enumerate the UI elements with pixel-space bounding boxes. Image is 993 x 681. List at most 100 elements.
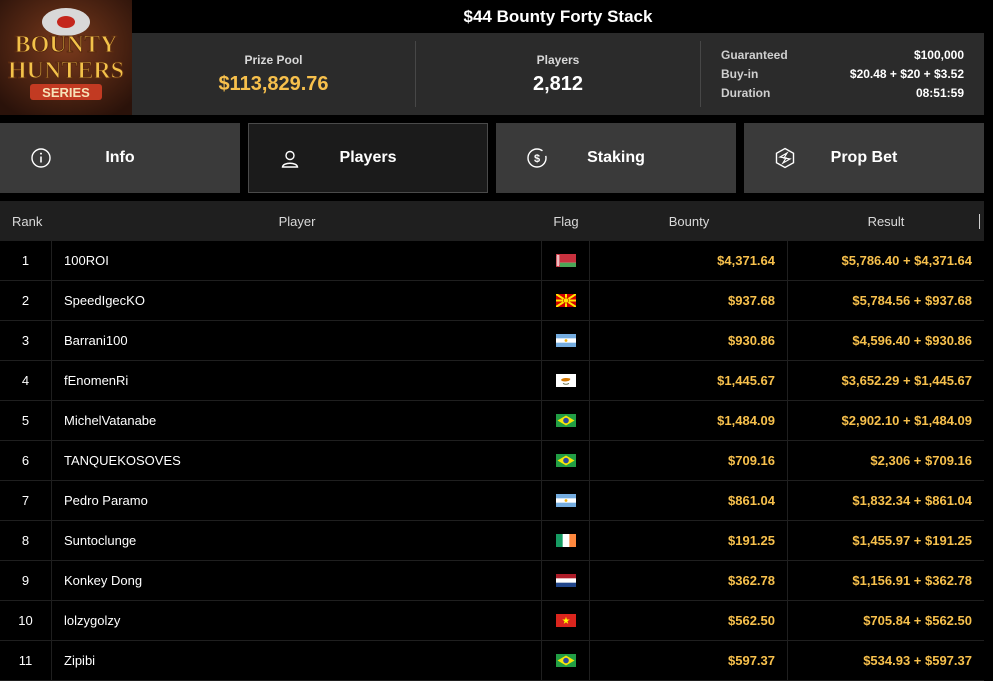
tournament-summary: Prize Pool $113,829.76 Players 2,812 Gua…: [132, 33, 984, 115]
tab-players[interactable]: Players: [248, 123, 488, 193]
table-row[interactable]: 8 Suntoclunge $191.25 $1,455.97 + $191.25: [0, 521, 984, 561]
result-cell: $705.84 + $562.50: [863, 613, 972, 628]
result-cell: $3,652.29 + $1,445.67: [841, 373, 972, 388]
table-row[interactable]: 1 100ROI $4,371.64 $5,786.40 + $4,371.64: [0, 241, 984, 281]
bounty-cell: $1,484.09: [590, 401, 788, 440]
buyin-label: Buy-in: [721, 67, 759, 81]
guaranteed-value: $100,000: [913, 48, 964, 62]
prize-pool-value: $113,829.76: [218, 72, 329, 95]
buyin-value: $20.48 + $20 + $3.52: [849, 67, 964, 81]
bounty-cell: $1,445.67: [590, 361, 788, 400]
rank-cell: 1: [0, 241, 52, 280]
svg-text:$: $: [534, 153, 540, 165]
brazil-flag-icon: [555, 654, 576, 667]
table-row[interactable]: 3 Barrani100 $930.86 $4,596.40 + $930.86: [0, 321, 984, 361]
player-name-cell[interactable]: Suntoclunge: [52, 521, 542, 560]
rank-cell: 9: [0, 561, 52, 600]
bounty-cell: $362.78: [590, 561, 788, 600]
tab-info[interactable]: Info: [0, 123, 240, 193]
flag-cell: [542, 401, 590, 440]
guaranteed-row: Guaranteed $100,000: [721, 48, 964, 62]
rank-cell: 2: [0, 281, 52, 320]
header-bounty[interactable]: Bounty: [590, 201, 788, 241]
table-row[interactable]: 5 MichelVatanabe $1,484.09 $2,902.10 + $1,4…: [0, 401, 984, 441]
player-name-cell[interactable]: Pedro Paramo: [52, 481, 542, 520]
flag-cell: [542, 281, 590, 320]
result-cell: $5,786.40 + $4,371.64: [841, 253, 972, 268]
tab-players-label: Players: [339, 149, 397, 166]
table-row[interactable]: 10 lolzygolzy $562.50 $705.84 + $562.50: [0, 601, 984, 641]
bounty-cell: $597.37: [590, 641, 788, 680]
rank-cell: 6: [0, 441, 52, 480]
flag-cell: [542, 441, 590, 480]
table-row[interactable]: 7 Pedro Paramo $861.04 $1,832.34 + $861.04: [0, 481, 984, 521]
netherlands-flag-icon: [555, 574, 576, 587]
rank-cell: 5: [0, 401, 52, 440]
player-name-cell[interactable]: MichelVatanabe: [52, 401, 542, 440]
result-cell: $534.93 + $597.37: [863, 653, 972, 668]
header-flag[interactable]: Flag: [542, 201, 590, 241]
guaranteed-label: Guaranteed: [721, 48, 788, 62]
logo-text-line3: SERIES: [42, 85, 90, 100]
tab-bar: Info Players $ Staking Prop Bet: [0, 123, 984, 193]
column-resize-handle[interactable]: [979, 214, 980, 229]
bounty-cell: $937.68: [590, 281, 788, 320]
brazil-flag-icon: [555, 454, 576, 467]
tab-prop-bet[interactable]: Prop Bet: [744, 123, 984, 193]
info-icon: [31, 148, 51, 168]
header-rank[interactable]: Rank: [0, 201, 52, 241]
cyprus-flag-icon: [555, 374, 576, 387]
duration-row: Duration 08:51:59: [721, 86, 964, 100]
players-block: Players 2,812: [415, 41, 700, 107]
prop-bet-icon: [775, 147, 795, 169]
logo-text-line2: HUNTERS: [8, 58, 124, 84]
tab-staking[interactable]: $ Staking: [496, 123, 736, 193]
duration-value: 08:51:59: [915, 86, 964, 100]
players-table: Rank Player Flag Bounty Result 1 100ROI $4…: [0, 201, 984, 681]
table-row[interactable]: 11 Zipibi $597.37 $534.93 + $597.37: [0, 641, 984, 681]
player-name-cell[interactable]: TANQUEKOSOVES: [52, 441, 542, 480]
flag-cell: [542, 521, 590, 560]
ireland-flag-icon: [555, 534, 576, 547]
table-body: 1 100ROI $4,371.64 $5,786.40 + $4,371.64 2 Sp…: [0, 241, 984, 681]
table-row[interactable]: 2 SpeedIgecKO $937.68 $5,784.56 + $937.68: [0, 281, 984, 321]
scrollbar-track[interactable]: [984, 0, 993, 673]
table-row[interactable]: 9 Konkey Dong $362.78 $1,156.91 + $362.78: [0, 561, 984, 601]
belarus-flag-icon: [555, 254, 576, 267]
table-row[interactable]: 6 TANQUEKOSOVES $709.16 $2,306 + $709.16: [0, 441, 984, 481]
bounty-cell: $930.86: [590, 321, 788, 360]
player-name-cell[interactable]: fEnomenRi: [52, 361, 542, 400]
north-macedonia-flag-icon: [555, 294, 576, 307]
dollar-coin-icon: $: [527, 148, 547, 168]
player-name-cell[interactable]: Barrani100: [52, 321, 542, 360]
rank-cell: 3: [0, 321, 52, 360]
player-name-cell[interactable]: 100ROI: [52, 241, 542, 280]
player-name-cell[interactable]: Zipibi: [52, 641, 542, 680]
header-result[interactable]: Result: [788, 201, 984, 241]
player-name-cell[interactable]: SpeedIgecKO: [52, 281, 542, 320]
flag-cell: [542, 241, 590, 280]
flag-cell: [542, 641, 590, 680]
result-cell: $4,596.40 + $930.86: [852, 333, 972, 348]
flag-cell: [542, 481, 590, 520]
logo-art: BOUNTY HUNTERS SERIES: [0, 0, 132, 115]
player-name-cell[interactable]: Konkey Dong: [52, 561, 542, 600]
argentina-flag-icon: [555, 494, 576, 507]
result-cell: $1,455.97 + $191.25: [852, 533, 972, 548]
table-header: Rank Player Flag Bounty Result: [0, 201, 984, 241]
buyin-row: Buy-in $20.48 + $20 + $3.52: [721, 67, 964, 81]
player-name-cell[interactable]: lolzygolzy: [52, 601, 542, 640]
duration-label: Duration: [721, 86, 771, 100]
tab-info-label: Info: [105, 149, 135, 166]
header-player[interactable]: Player: [52, 201, 542, 241]
flag-cell: [542, 561, 590, 600]
tournament-title: $44 Bounty Forty Stack: [132, 0, 984, 33]
user-icon: [281, 150, 299, 168]
tournament-details: Guaranteed $100,000 Buy-in $20.48 + $20 …: [700, 41, 984, 107]
flag-cell: [542, 601, 590, 640]
rank-cell: 7: [0, 481, 52, 520]
players-label: Players: [536, 52, 580, 67]
logo-text-line1: BOUNTY: [15, 32, 118, 58]
prize-pool-block: Prize Pool $113,829.76: [132, 33, 415, 115]
table-row[interactable]: 4 fEnomenRi $1,445.67 $3,652.29 + $1,445.67: [0, 361, 984, 401]
